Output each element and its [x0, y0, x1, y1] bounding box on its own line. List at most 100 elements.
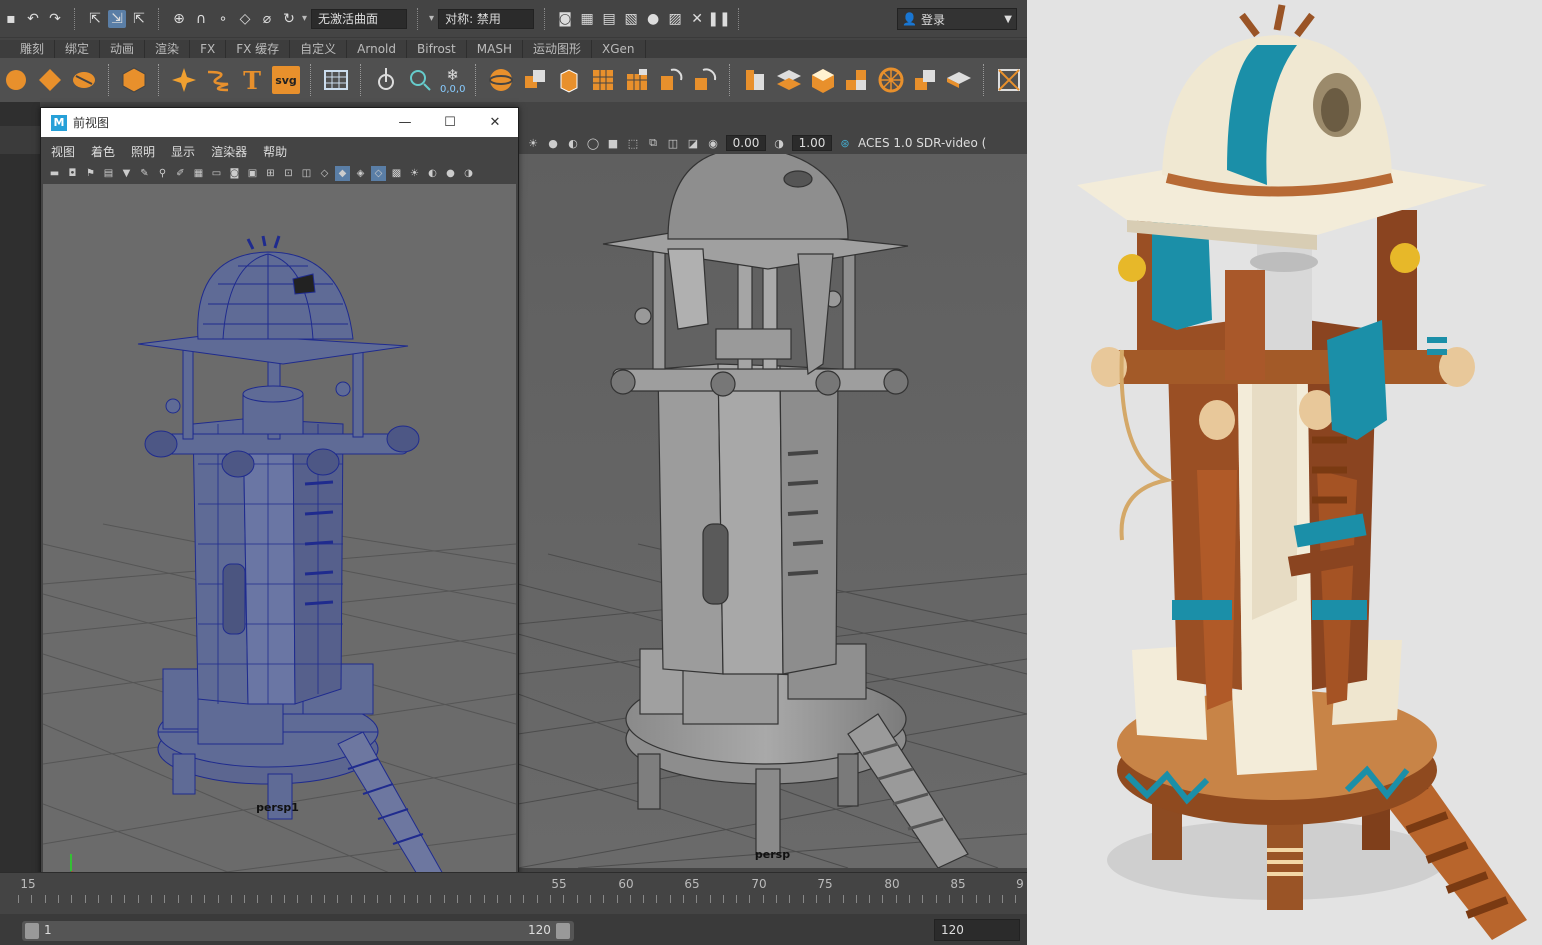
persp1-viewport[interactable] [43, 184, 516, 896]
grid-icon[interactable]: ▦ [191, 166, 206, 181]
wireframe-on-shaded-icon[interactable]: ◇ [371, 165, 386, 181]
resolution-gate-icon[interactable]: ◪ [686, 136, 700, 150]
lights-icon[interactable]: ☀ [407, 166, 422, 181]
xray-active-icon[interactable]: ◫ [666, 136, 680, 150]
transfer2-icon[interactable] [691, 66, 719, 94]
maximize-icon[interactable]: ☐ [436, 112, 464, 132]
color-management-icon[interactable]: ⊛ [838, 136, 852, 150]
undo-icon[interactable]: ↶ [24, 10, 42, 28]
particle-tool[interactable]: ❄ 0,0,0 [440, 66, 465, 95]
view-transform-label[interactable]: ACES 1.0 SDR-video ( [858, 136, 986, 150]
range-bar[interactable]: 1 120 [22, 921, 574, 941]
chevron-down-icon[interactable]: ▾ [302, 13, 307, 24]
field-chart-icon[interactable]: ⊞ [263, 166, 278, 181]
image-plane-icon[interactable]: ▤ [101, 166, 116, 181]
snap-grid-icon[interactable]: ⊕ [170, 10, 188, 28]
select-object-icon[interactable]: ⇲ [108, 9, 126, 28]
star-icon[interactable] [170, 66, 198, 94]
grease-pencil-icon[interactable]: ✎ [137, 166, 152, 181]
shelf-tab[interactable]: 绑定 [55, 40, 101, 58]
shelf-tab[interactable]: MASH [467, 40, 523, 58]
checker-icon[interactable] [589, 66, 617, 94]
login-dropdown[interactable]: 👤 登录 ▼ [897, 8, 1017, 30]
window-titlebar[interactable]: M 前视图 — ☐ ✕ [41, 108, 518, 137]
render-frame-icon[interactable]: ▦ [578, 10, 596, 28]
light-icon[interactable]: ☀ [526, 136, 540, 150]
time-slider[interactable]: 15 55 60 65 70 75 80 85 9 [0, 872, 1027, 908]
gate-mask-icon[interactable]: ▣ [245, 166, 260, 181]
menu-item[interactable]: 渲染器 [211, 143, 247, 160]
svg-icon[interactable]: svg [272, 66, 300, 94]
shadows-icon[interactable]: ◐ [425, 166, 440, 181]
shelf-tab[interactable]: FX [190, 40, 227, 58]
wireframe-icon[interactable]: ◇ [317, 166, 332, 181]
gamma-icon[interactable]: ◑ [772, 136, 786, 150]
split-icon[interactable] [70, 66, 98, 94]
range-end-handle[interactable] [556, 923, 570, 939]
snap-point-icon[interactable]: ∘ [214, 10, 232, 28]
snap-view-icon[interactable]: ◇ [236, 10, 254, 28]
wheel-icon[interactable] [877, 66, 905, 94]
snap-surface-icon[interactable]: ⌀ [258, 10, 276, 28]
snap-live-icon[interactable]: ↻ [280, 10, 298, 28]
isolate-icon[interactable]: ⬚ [626, 136, 640, 150]
shelf-tab[interactable]: Arnold [347, 40, 407, 58]
render-settings-icon[interactable]: ▧ [622, 10, 640, 28]
ipr-render-icon[interactable]: ▤ [600, 10, 618, 28]
textured-icon[interactable]: ▩ [389, 166, 404, 181]
bookmark2-icon[interactable]: ▼ [119, 166, 134, 181]
render-view-icon[interactable]: ◙ [556, 10, 574, 28]
extrude-icon[interactable] [555, 66, 583, 94]
shelf-tab[interactable]: 动画 [100, 40, 146, 58]
minimize-icon[interactable]: — [391, 112, 419, 132]
antialias-icon[interactable]: ◯ [586, 136, 600, 150]
smooth-shade-icon[interactable]: ◆ [335, 165, 350, 181]
plane-icon[interactable] [945, 66, 973, 94]
shadow-icon[interactable]: ● [546, 136, 560, 150]
safe-action-icon[interactable]: ⊡ [281, 166, 296, 181]
live-surface-field[interactable]: 无激活曲面 [311, 8, 408, 29]
diamond-icon[interactable] [36, 66, 64, 94]
gamma-field[interactable]: 1.00 [792, 135, 832, 151]
xray-joints-icon[interactable]: ⧉ [646, 136, 660, 150]
symmetry-field[interactable]: 对称: 禁用 [438, 8, 535, 29]
shelf-tab[interactable]: FX 缓存 [226, 40, 291, 58]
light-editor-icon[interactable]: ✕ [688, 10, 706, 28]
frame-icon[interactable] [995, 66, 1023, 94]
perspective-viewport[interactable] [518, 154, 1027, 868]
transfer-icon[interactable] [657, 66, 685, 94]
chevron-down-icon[interactable]: ▾ [429, 13, 434, 24]
sculpt-icon[interactable] [2, 66, 30, 94]
menu-item[interactable]: 帮助 [263, 143, 287, 160]
menu-item[interactable]: 显示 [171, 143, 195, 160]
ao-icon[interactable]: ● [443, 166, 458, 181]
shelf-tab[interactable]: Bifrost [407, 40, 467, 58]
film-gate-icon[interactable]: ▭ [209, 166, 224, 181]
shelf-tab[interactable]: 自定义 [290, 40, 348, 58]
snap-curve-icon[interactable]: ∩ [192, 10, 210, 28]
2d-pan-icon[interactable]: ⚲ [155, 166, 170, 181]
shelf-tab[interactable]: 雕刻 [10, 40, 56, 58]
camera-attr-icon[interactable]: ◘ [65, 166, 80, 181]
select-hierarchy-icon[interactable]: ⇱ [86, 10, 104, 28]
stack-icon[interactable] [741, 66, 769, 94]
polyhedron-icon[interactable] [120, 66, 148, 94]
cube-icon[interactable] [521, 66, 549, 94]
bookmark-icon[interactable]: ⚑ [83, 166, 98, 181]
checker2-icon[interactable] [623, 66, 651, 94]
ambient-occlusion-icon[interactable]: ◐ [566, 136, 580, 150]
hypershade-icon[interactable]: ● [644, 10, 662, 28]
locator-icon[interactable] [406, 66, 434, 94]
menu-item[interactable]: 着色 [91, 143, 115, 160]
layers-icon[interactable] [775, 66, 803, 94]
safe-title-icon[interactable]: ◫ [299, 166, 314, 181]
shelf-tab[interactable]: XGen [592, 40, 646, 58]
pause-icon[interactable]: ❚❚ [707, 10, 730, 28]
shelf-tab[interactable]: 渲染 [145, 40, 191, 58]
range-start-handle[interactable] [25, 923, 39, 939]
default-material-icon[interactable]: ◈ [353, 166, 368, 181]
pencil-icon[interactable]: ✐ [173, 166, 188, 181]
playback-end-field[interactable]: 120 [934, 919, 1020, 941]
exposure-icon[interactable]: ◉ [706, 136, 720, 150]
spring-icon[interactable] [204, 66, 232, 94]
